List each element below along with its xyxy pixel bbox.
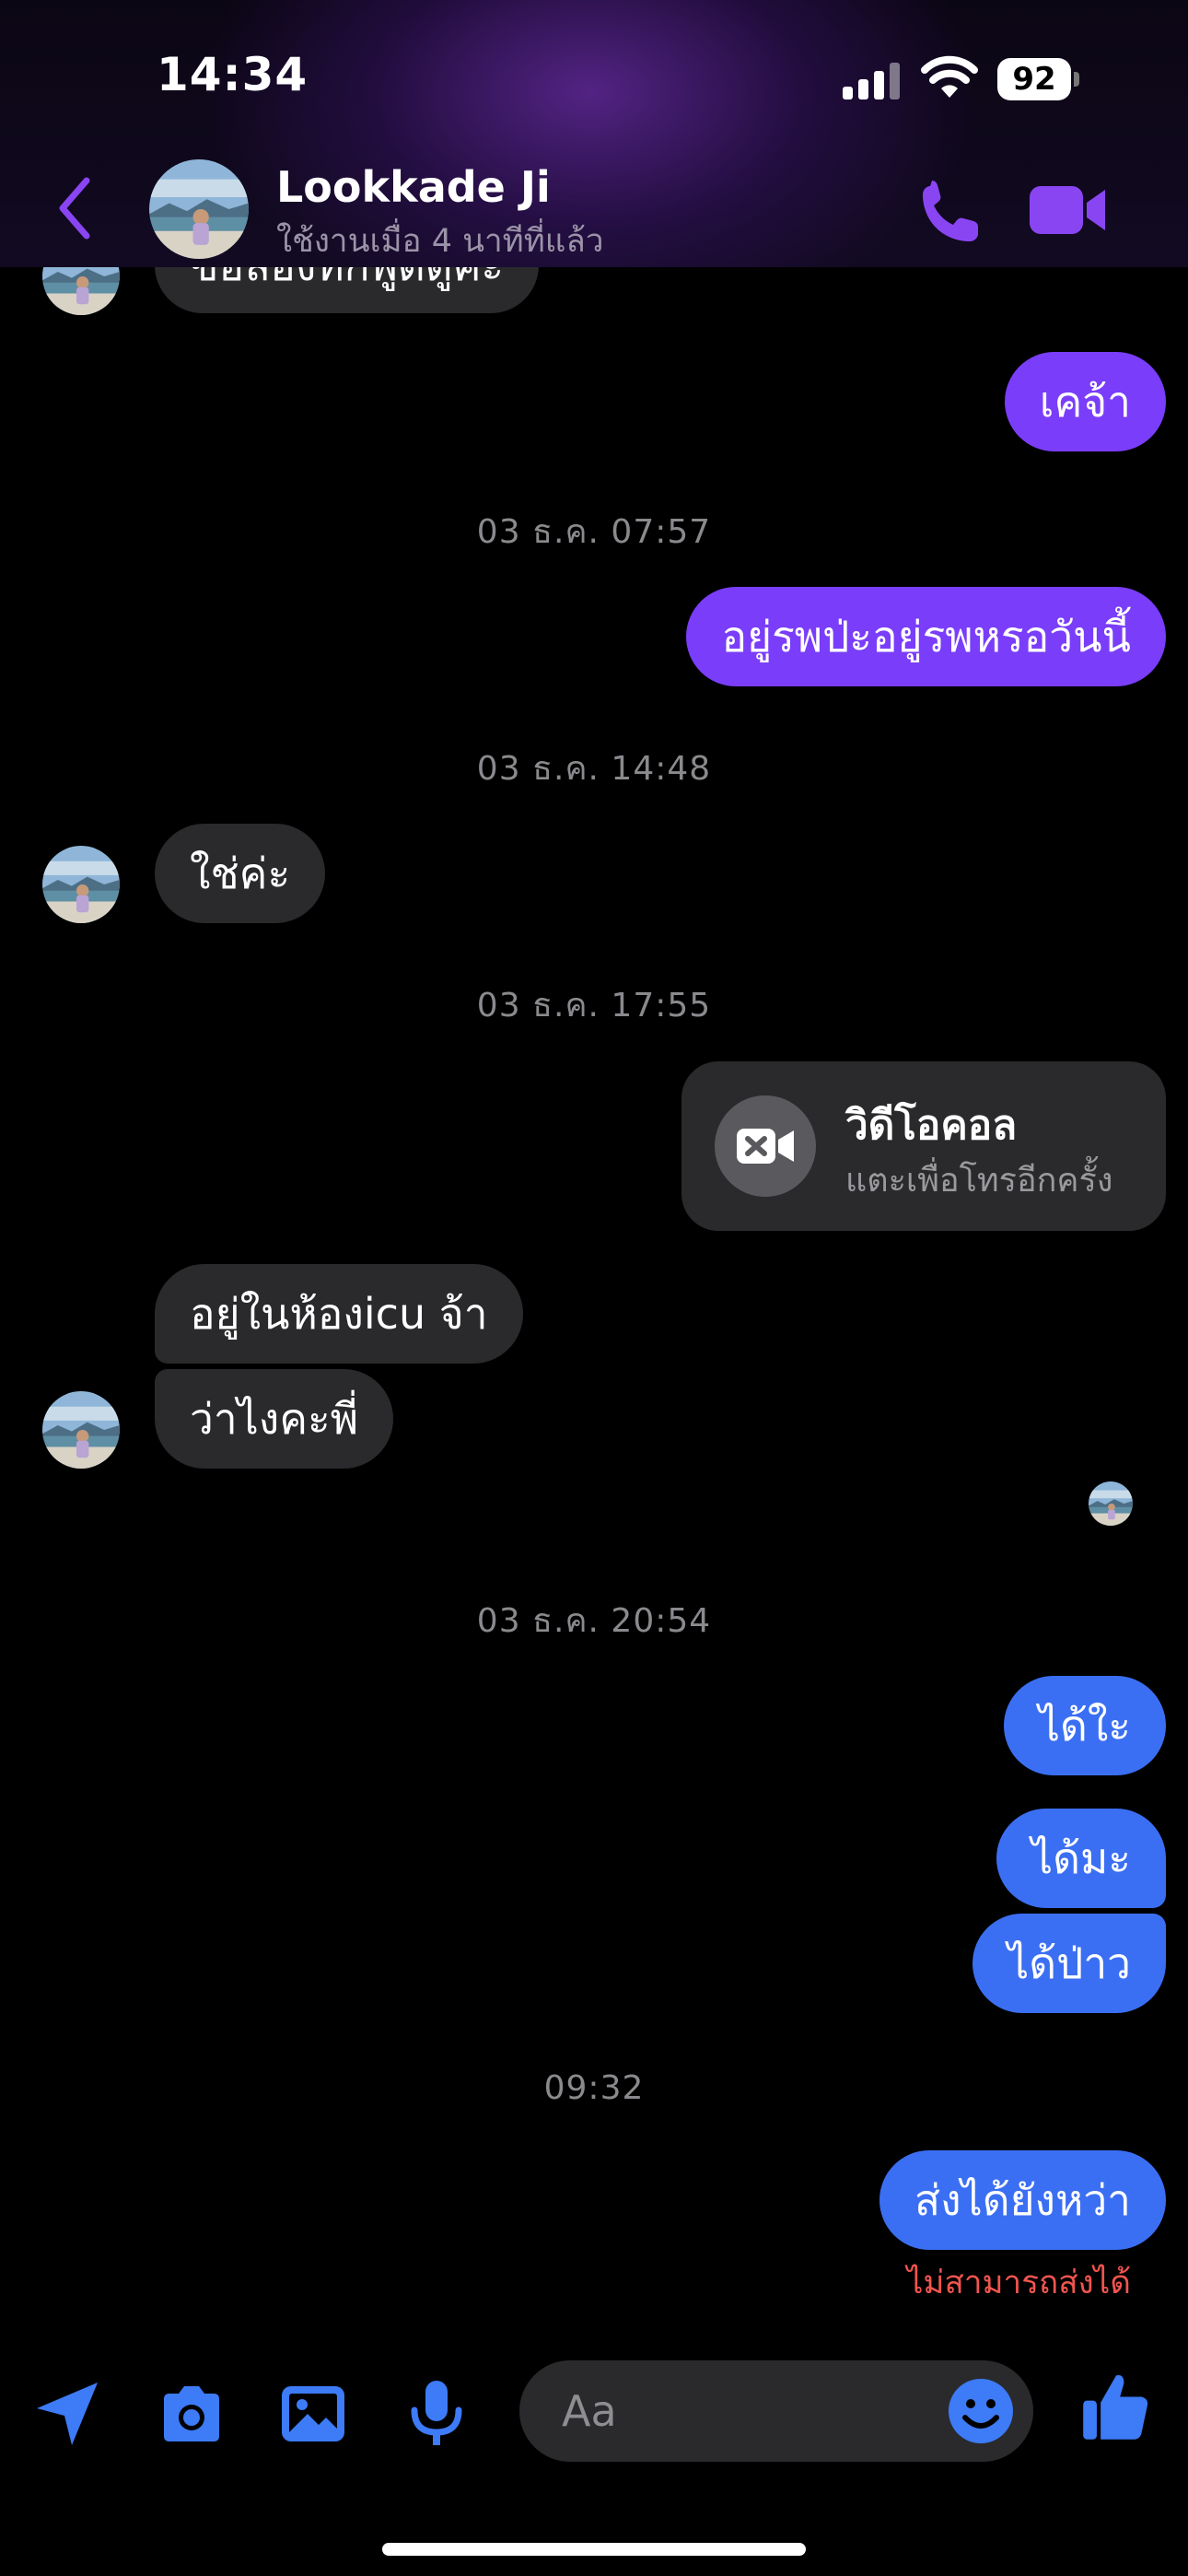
contact-avatar-small	[42, 846, 120, 923]
message-input-placeholder: Aa	[562, 2386, 617, 2436]
outgoing-message[interactable]: ได้มะ	[996, 1809, 1166, 1908]
call-subtitle: แตะเพื่อโทรอีกครั้ง	[845, 1162, 1113, 1200]
emoji-icon[interactable]	[947, 2377, 1015, 2445]
battery-icon: 92	[997, 58, 1080, 100]
timestamp: 03 ธ.ค. 17:55	[476, 987, 712, 1025]
phone-icon[interactable]	[917, 177, 984, 243]
missed-video-call-icon	[715, 1095, 816, 1197]
outgoing-message[interactable]: ได้ใะ	[1003, 1676, 1166, 1775]
send-failed-label[interactable]: ไม่สามารถส่งได้	[907, 2257, 1131, 2308]
timestamp: 09:32	[543, 2069, 645, 2107]
photo-icon[interactable]	[278, 2379, 348, 2449]
message-input[interactable]: Aa	[519, 2360, 1033, 2462]
incoming-message[interactable]: ว่าไงคะพี่	[155, 1369, 394, 1469]
incoming-message[interactable]: อยู่ในห้องicu จ้า	[155, 1264, 523, 1364]
home-indicator	[382, 2543, 806, 2556]
timestamp: 03 ธ.ค. 14:48	[476, 750, 712, 788]
battery-level: 92	[997, 58, 1071, 100]
contact-avatar-small	[42, 1391, 120, 1469]
video-camera-icon[interactable]	[1030, 182, 1107, 238]
timestamp: 03 ธ.ค. 20:54	[476, 1602, 712, 1640]
cellular-signal-icon	[843, 61, 902, 100]
active-status: ใช้งานเมื่อ 4 นาทีที่แล้ว	[276, 223, 604, 260]
contact-avatar[interactable]	[149, 159, 249, 259]
microphone-icon[interactable]	[402, 2379, 472, 2449]
back-chevron-icon[interactable]	[55, 175, 92, 241]
outgoing-message[interactable]: ได้ป่าว	[973, 1914, 1166, 2013]
status-time: 14:34	[157, 48, 309, 101]
incoming-message[interactable]: ใช่ค่ะ	[155, 824, 326, 923]
call-title: วิดีโอคอล	[845, 1102, 1018, 1149]
outgoing-message-failed[interactable]: ส่งได้ยังหว่า	[879, 2150, 1166, 2250]
contact-name[interactable]: Lookkade Ji	[276, 162, 551, 212]
wifi-icon	[921, 55, 978, 98]
read-receipt-avatar	[1089, 1481, 1133, 1526]
video-call-card[interactable]: วิดีโอคอล แตะเพื่อโทรอีกครั้ง	[681, 1061, 1166, 1231]
camera-icon[interactable]	[157, 2379, 227, 2449]
location-arrow-icon[interactable]	[33, 2379, 103, 2449]
outgoing-message[interactable]: อยู่รพป่ะอยู่รพหรอวันนี้	[686, 587, 1166, 686]
outgoing-message[interactable]: เคจ้า	[1004, 352, 1166, 451]
thumbs-up-icon[interactable]	[1079, 2370, 1153, 2443]
timestamp: 03 ธ.ค. 07:57	[476, 513, 712, 551]
